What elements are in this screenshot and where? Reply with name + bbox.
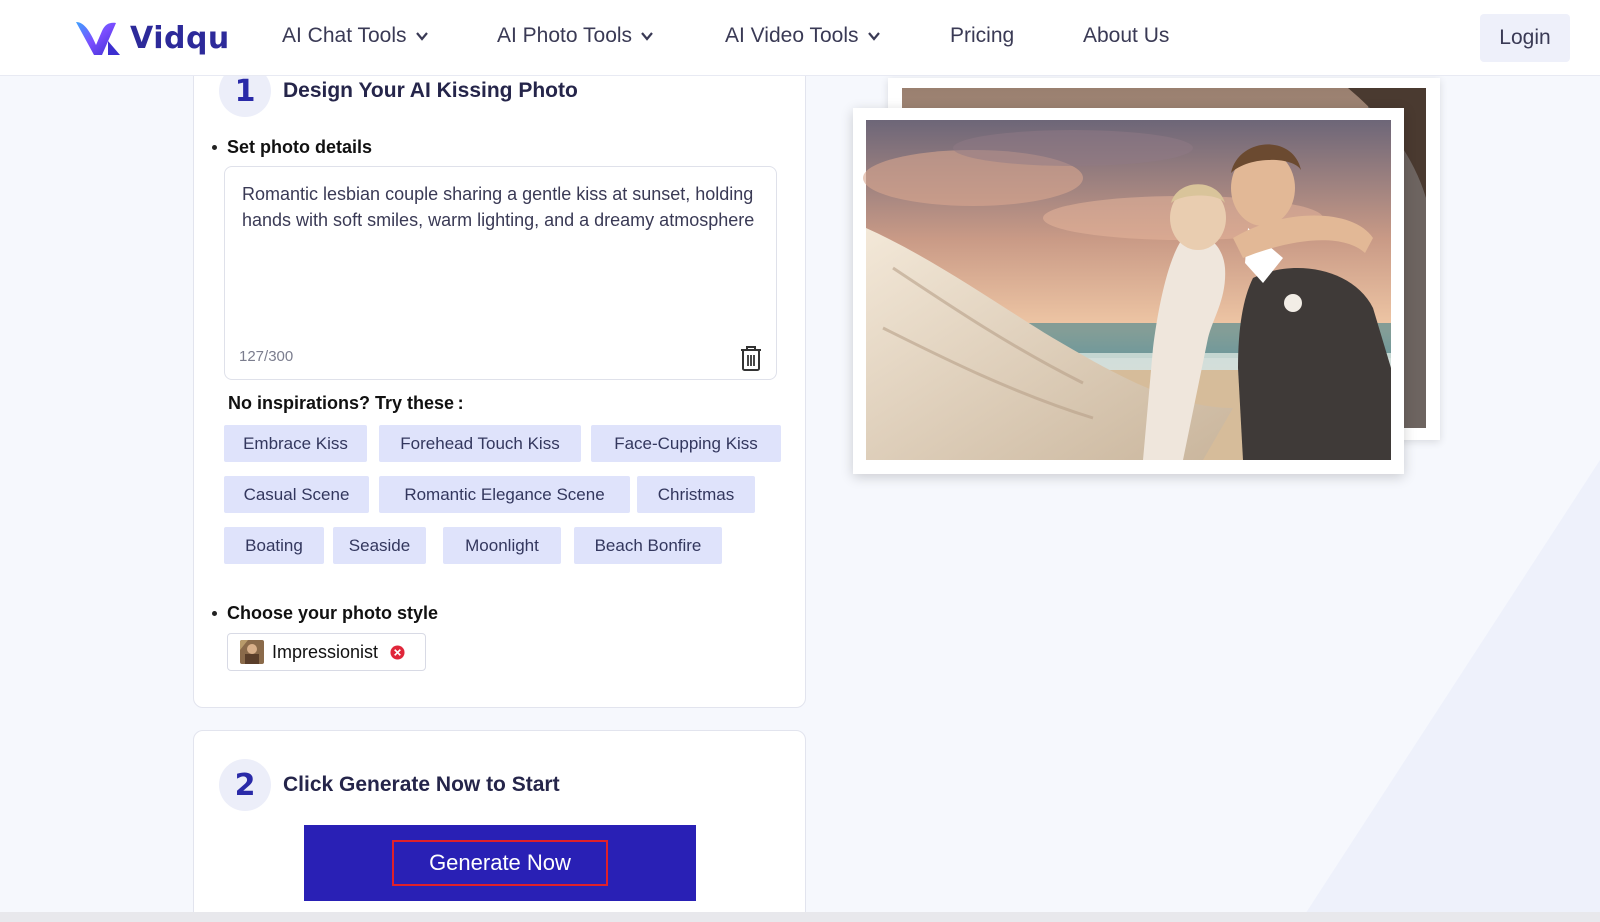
character-counter: 127/300 — [239, 348, 294, 365]
inspiration-chip[interactable]: Boating — [224, 527, 324, 564]
generate-now-label: Generate Now — [392, 840, 608, 886]
nav-ai-video-tools[interactable]: AI Video Tools — [725, 24, 881, 48]
remove-style-icon[interactable] — [390, 644, 405, 660]
chevron-down-icon — [867, 32, 880, 41]
nav-ai-chat-tools[interactable]: AI Chat Tools — [282, 24, 429, 48]
step-number-badge: 2 — [219, 759, 271, 811]
inspiration-chip[interactable]: Casual Scene — [224, 476, 369, 513]
brand-logo[interactable]: Vidqu — [74, 16, 230, 60]
selected-style-name: Impressionist — [272, 641, 379, 662]
inspiration-chip[interactable]: Seaside — [333, 527, 426, 564]
chevron-down-icon — [415, 32, 428, 41]
nav-ai-photo-tools[interactable]: AI Photo Tools — [497, 24, 654, 48]
prompt-textarea[interactable]: Romantic lesbian couple sharing a gentle… — [224, 166, 777, 380]
photo-style-label: Choose your photo style — [211, 603, 439, 623]
style-thumbnail — [240, 640, 264, 664]
inspirations-label: No inspirations? Try these : — [228, 393, 464, 413]
step1-card: 1 Design Your AI Kissing Photo Set photo… — [193, 40, 806, 708]
brand-name: Vidqu — [130, 20, 230, 56]
nav-label: AI Video Tools — [725, 24, 859, 47]
selected-style-chip[interactable]: Impressionist — [227, 633, 426, 671]
nav-label: Pricing — [950, 24, 1015, 47]
step1-title: Design Your AI Kissing Photo — [283, 79, 578, 102]
trash-icon[interactable] — [738, 344, 764, 372]
inspiration-chip[interactable]: Romantic Elegance Scene — [379, 476, 630, 513]
inspiration-chip[interactable]: Forehead Touch Kiss — [379, 425, 581, 462]
inspiration-chip[interactable]: Christmas — [637, 476, 755, 513]
top-navigation-bar: Vidqu AI Chat Tools AI Photo Tools AI Vi… — [0, 0, 1600, 76]
vidqu-logo-icon — [76, 22, 120, 55]
nav-label: About Us — [1083, 24, 1170, 47]
nav-label: AI Photo Tools — [497, 24, 633, 47]
inspiration-chip[interactable]: Beach Bonfire — [574, 527, 722, 564]
login-button[interactable]: Login — [1480, 14, 1570, 62]
inspiration-chip[interactable]: Moonlight — [443, 527, 561, 564]
kissing-couple-photo — [863, 120, 1391, 460]
nav-pricing[interactable]: Pricing — [950, 24, 1014, 48]
step2-title: Click Generate Now to Start — [283, 773, 560, 796]
inspiration-chip[interactable]: Face-Cupping Kiss — [591, 425, 781, 462]
prompt-text[interactable]: Romantic lesbian couple sharing a gentle… — [242, 181, 762, 233]
bottom-scroll-edge — [0, 912, 1600, 922]
inspiration-chip[interactable]: Embrace Kiss — [224, 425, 367, 462]
generate-now-button[interactable]: Generate Now — [304, 825, 696, 901]
nav-about-us[interactable]: About Us — [1083, 24, 1169, 48]
sample-photo-front — [853, 108, 1404, 474]
step2-card: 2 Click Generate Now to Start Generate N… — [193, 730, 806, 922]
chevron-down-icon — [641, 32, 653, 41]
nav-label: AI Chat Tools — [282, 24, 407, 47]
photo-details-label: Set photo details — [211, 137, 373, 157]
